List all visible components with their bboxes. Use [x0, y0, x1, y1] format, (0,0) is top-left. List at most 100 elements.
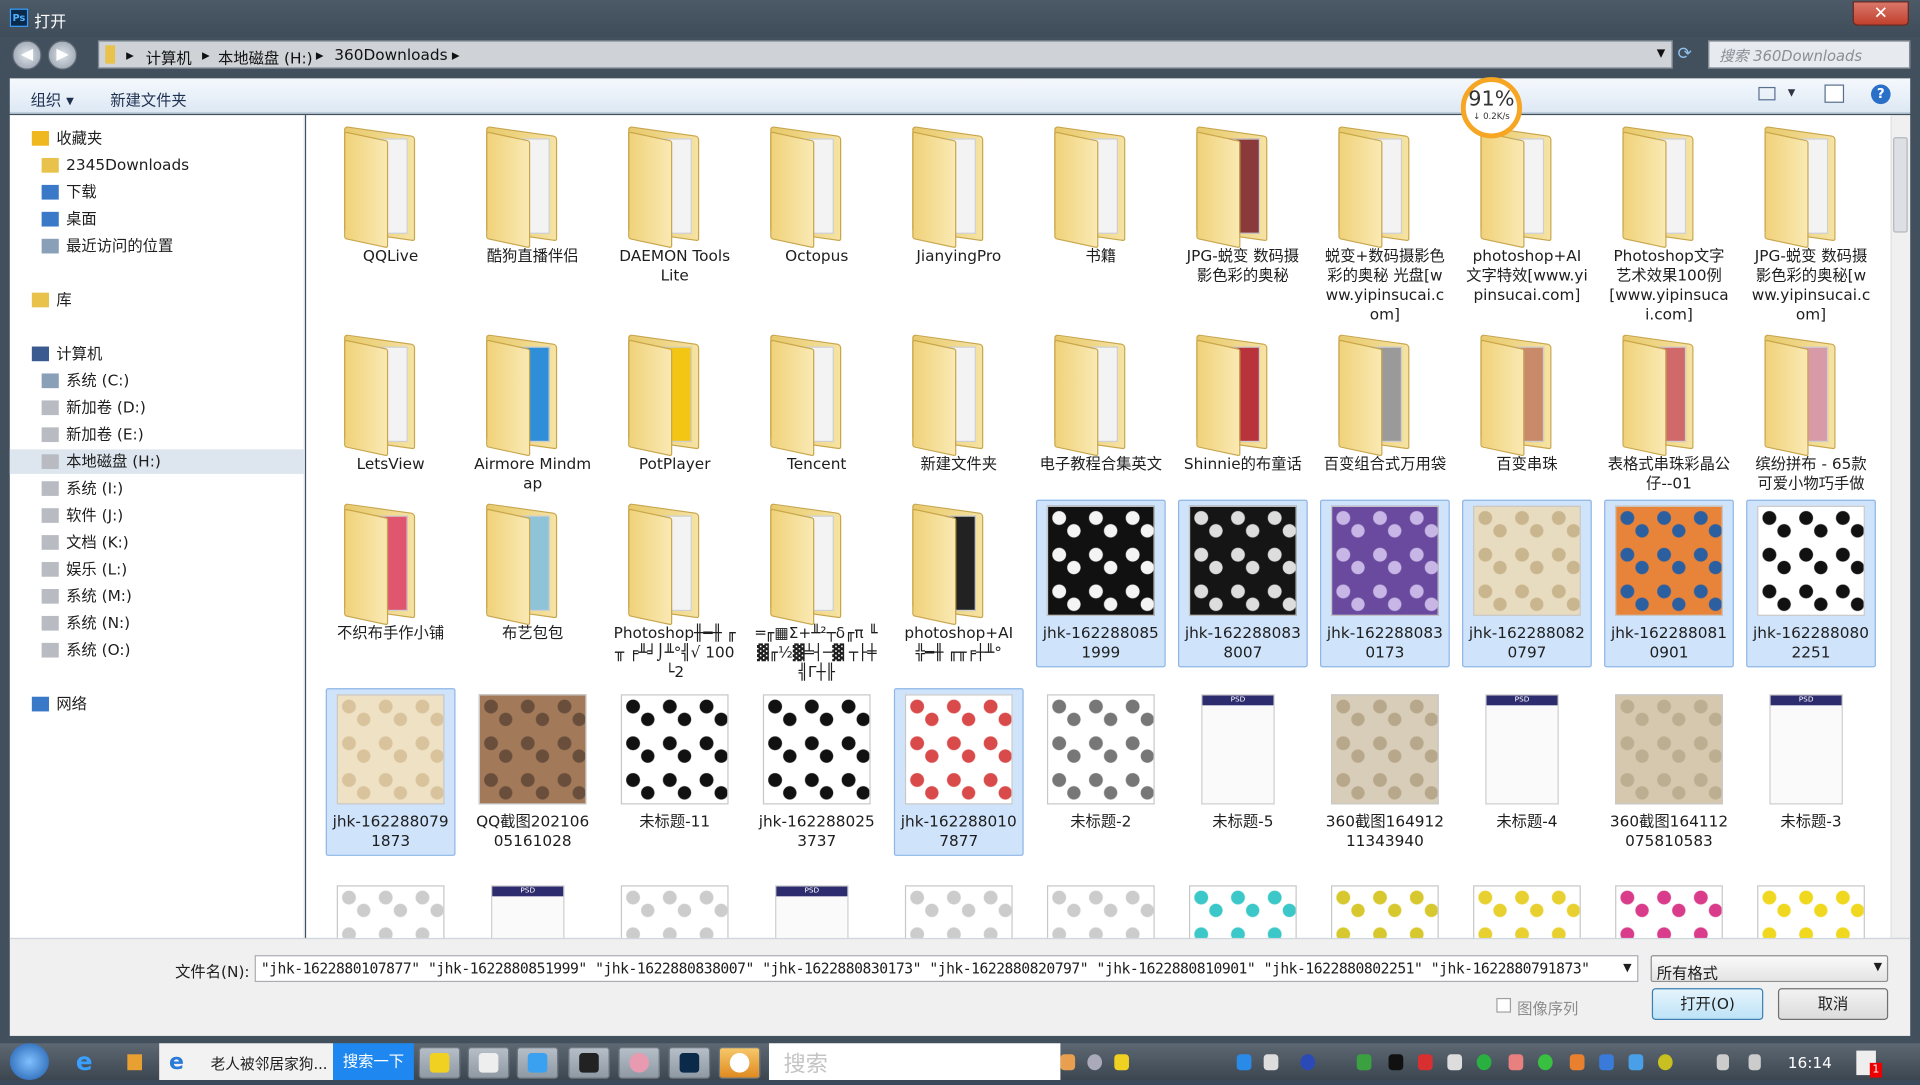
tray-icon[interactable]	[1569, 1054, 1585, 1071]
file-item[interactable]: jhk-1622880810901	[1604, 499, 1734, 668]
address-dropdown[interactable]: ▼	[1657, 48, 1665, 60]
folder-item[interactable]: Airmore Mindmap	[468, 331, 598, 499]
network-speed-badge[interactable]: 91% ↓ 0.2K/s	[1460, 77, 1523, 139]
tray-icon[interactable]	[1599, 1054, 1614, 1071]
folder-item[interactable]: JPG-蜕变 数码摄影色彩的奥秘	[1178, 122, 1308, 290]
breadcrumb-360downloads[interactable]: 360Downloads	[334, 45, 447, 63]
file-item[interactable]: 未标题-11	[610, 688, 740, 836]
folder-item[interactable]: Photoshop╫━╫ ╓╥ ╒╨╛⌡╨°╣√ 100└2	[610, 500, 740, 687]
sidebar-item-favorite[interactable]: 桌面	[10, 207, 304, 231]
forward-button[interactable]: ▶	[47, 40, 78, 70]
file-item[interactable]	[610, 879, 740, 938]
app-icon[interactable]	[127, 1054, 143, 1071]
new-folder-button[interactable]: 新建文件夹	[110, 87, 187, 110]
taskbar-app-2[interactable]	[467, 1046, 510, 1079]
folder-item[interactable]: 酷狗直播伴侣	[468, 122, 598, 270]
sidebar-item-drive[interactable]: 文档 (K:)	[10, 530, 304, 554]
file-item[interactable]: jhk-1622880851999	[1035, 499, 1166, 668]
file-item[interactable]: jhk-1622880107877	[893, 688, 1024, 856]
folder-item[interactable]: 百变串珠	[1462, 331, 1592, 479]
tray-icon[interactable]	[1628, 1054, 1644, 1071]
start-button[interactable]	[9, 1043, 49, 1081]
volume-icon[interactable]	[1716, 1054, 1729, 1071]
file-item[interactable]: jhk-1622880253737	[752, 688, 882, 856]
folder-item[interactable]: Shinnie的布童话	[1178, 331, 1308, 479]
search-button[interactable]: 搜索一下	[333, 1043, 414, 1081]
folder-item[interactable]: 表格式串珠彩晶公仔--01	[1604, 331, 1734, 499]
close-button[interactable]: ✕	[1852, 1, 1909, 26]
taskbar-app-7[interactable]	[718, 1046, 761, 1079]
file-item[interactable]	[1746, 879, 1876, 938]
file-item[interactable]	[1320, 879, 1450, 938]
sidebar-item-favorite[interactable]: 下载	[10, 180, 304, 204]
tray-icon[interactable]	[1476, 1054, 1492, 1071]
organize-button[interactable]: 组织 ▾	[31, 87, 74, 110]
file-item[interactable]: 未标题-2	[1036, 688, 1166, 836]
folder-item[interactable]: photoshop+AI文字特效[www.yipinsucai.com]	[1462, 122, 1592, 309]
tray-icon[interactable]	[1060, 1054, 1076, 1071]
folder-item[interactable]: JPG-蜕变 数码摄影色彩的奥秘[www.yipinsucai.com]	[1746, 122, 1876, 329]
sidebar-computer[interactable]: 计算机	[10, 342, 304, 366]
folder-item[interactable]: photoshop+AI ╬━╫ ╓╥╒┼╨°	[894, 500, 1024, 668]
file-item[interactable]	[1036, 879, 1166, 938]
file-item[interactable]: PSD	[752, 879, 882, 938]
file-item[interactable]: jhk-1622880830173	[1320, 499, 1450, 668]
folder-item[interactable]: Tencent	[752, 331, 882, 479]
folder-item[interactable]: Octopus	[752, 122, 882, 270]
sidebar-library[interactable]: 库	[10, 288, 304, 312]
sidebar-item-drive[interactable]: 系统 (N:)	[10, 611, 304, 635]
image-sequence-checkbox[interactable]	[1496, 997, 1512, 1013]
taskbar-app-5[interactable]	[618, 1046, 661, 1079]
address-bar[interactable]: ▸ 计算机 ▸ 本地磁盘 (H:) ▸ 360Downloads ▸ ▼	[97, 40, 1673, 69]
ie-icon[interactable]: e	[76, 1047, 103, 1079]
folder-item[interactable]: PotPlayer	[610, 331, 740, 479]
file-item[interactable]: jhk-1622880820797	[1462, 499, 1592, 668]
filename-input[interactable]: "jhk-1622880107877" "jhk-1622880851999" …	[254, 955, 1639, 983]
vertical-scrollbar[interactable]	[1890, 115, 1911, 938]
sidebar-item-drive[interactable]: 新加卷 (D:)	[10, 396, 304, 420]
file-item[interactable]: 360截图164112075810583	[1604, 688, 1734, 856]
tray-icon[interactable]	[1263, 1054, 1279, 1071]
folder-item[interactable]: 书籍	[1036, 122, 1166, 270]
file-item[interactable]	[1604, 879, 1734, 938]
clock[interactable]: 16:14	[1788, 1053, 1832, 1085]
file-item[interactable]: PSD 未标题-5	[1178, 688, 1308, 836]
sidebar-item-drive[interactable]: 新加卷 (E:)	[10, 422, 304, 446]
tray-icon[interactable]	[1657, 1054, 1673, 1071]
tray-icon[interactable]	[1087, 1054, 1103, 1071]
taskbar-app-3[interactable]	[516, 1046, 559, 1079]
folder-item[interactable]: 布艺包包	[468, 500, 598, 648]
signal-icon[interactable]	[1748, 1054, 1761, 1071]
sidebar-item-drive[interactable]: 系统 (O:)	[10, 638, 304, 662]
sidebar-item-drive[interactable]: 系统 (I:)	[10, 476, 304, 500]
taskbar-browser-tab[interactable]: e 老人被邻居家狗...	[159, 1043, 334, 1081]
taskbar-app-1[interactable]	[418, 1046, 461, 1079]
folder-item[interactable]: LetsView	[326, 331, 456, 479]
refresh-icon[interactable]: ⟳	[1678, 44, 1692, 64]
preview-pane-icon[interactable]	[1824, 84, 1845, 103]
sidebar-item-drive[interactable]: 系统 (M:)	[10, 584, 304, 608]
tray-icon[interactable]	[1236, 1054, 1252, 1071]
folder-item[interactable]: Photoshop文字艺术效果100例[www.yipinsucai.com]	[1604, 122, 1734, 329]
file-item[interactable]: PSD 未标题-3	[1746, 688, 1876, 836]
folder-item[interactable]: 不织布手作小铺	[326, 500, 456, 648]
file-item[interactable]: 360截图16491211343940	[1320, 688, 1450, 856]
tray-icon[interactable]	[1114, 1054, 1129, 1071]
tray-icon[interactable]	[1417, 1054, 1433, 1071]
file-item[interactable]: jhk-1622880838007	[1177, 499, 1308, 668]
tray-icon[interactable]	[1447, 1054, 1463, 1071]
file-item[interactable]	[326, 879, 456, 938]
file-item[interactable]	[1462, 879, 1592, 938]
file-item[interactable]	[1178, 879, 1308, 938]
folder-item[interactable]: DAEMON Tools Lite	[610, 122, 740, 290]
breadcrumb-computer[interactable]: 计算机	[146, 45, 192, 68]
folder-item[interactable]: 缤纷拼布 - 65款可爱小物巧手做	[1746, 331, 1876, 499]
file-item[interactable]: jhk-1622880802251	[1746, 499, 1876, 668]
folder-item[interactable]: JianyingPro	[894, 122, 1024, 270]
folder-item[interactable]: 百变组合式万用袋	[1320, 331, 1450, 479]
file-item[interactable]: jhk-1622880791873	[325, 688, 456, 856]
sidebar-network[interactable]: 网络	[10, 692, 304, 716]
tray-icon[interactable]	[1508, 1054, 1524, 1071]
tray-icon[interactable]	[1388, 1054, 1404, 1071]
file-item[interactable]: PSD	[468, 879, 598, 938]
